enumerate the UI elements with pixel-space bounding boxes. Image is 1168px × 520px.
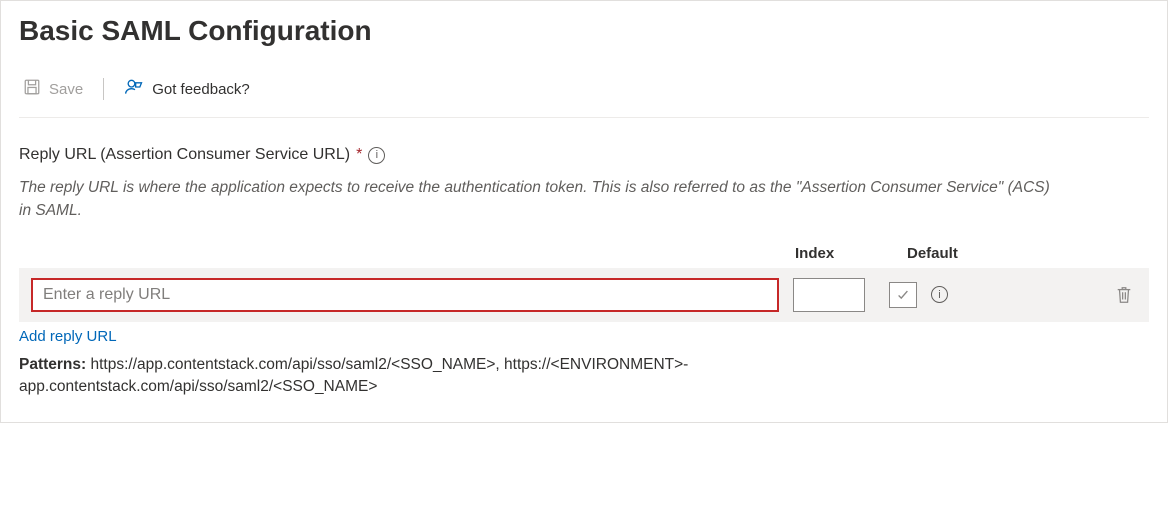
reply-url-input[interactable] — [31, 278, 779, 312]
toolbar: Save Got feedback? — [19, 75, 1149, 118]
feedback-icon — [124, 77, 144, 101]
reply-url-section-label: Reply URL (Assertion Consumer Service UR… — [19, 146, 1149, 164]
reply-url-row: i — [19, 268, 1149, 322]
patterns-line: Patterns: https://app.contentstack.com/a… — [19, 354, 919, 399]
save-icon — [23, 78, 41, 100]
toolbar-separator — [103, 78, 104, 100]
required-asterisk: * — [356, 146, 362, 164]
config-pane: Basic SAML Configuration Save Got — [0, 0, 1168, 423]
add-reply-url-link[interactable]: Add reply URL — [19, 328, 117, 345]
default-group: i — [879, 282, 1009, 308]
feedback-button[interactable]: Got feedback? — [120, 75, 254, 103]
reply-url-label-text: Reply URL (Assertion Consumer Service UR… — [19, 146, 350, 164]
delete-row-button[interactable] — [1115, 285, 1137, 305]
save-label: Save — [49, 81, 83, 98]
save-button[interactable]: Save — [19, 76, 87, 102]
patterns-label: Patterns: — [19, 356, 86, 373]
patterns-text: https://app.contentstack.com/api/sso/sam… — [19, 356, 688, 395]
header-index: Index — [795, 245, 895, 262]
feedback-label: Got feedback? — [152, 81, 250, 98]
info-icon[interactable]: i — [368, 147, 385, 164]
header-default: Default — [895, 245, 1015, 262]
column-headers: Index Default — [19, 245, 1149, 262]
page-title: Basic SAML Configuration — [19, 15, 1149, 47]
index-input[interactable] — [793, 278, 865, 312]
default-checkbox[interactable] — [889, 282, 917, 308]
default-info-icon[interactable]: i — [931, 286, 948, 303]
reply-url-description: The reply URL is where the application e… — [19, 176, 1059, 223]
